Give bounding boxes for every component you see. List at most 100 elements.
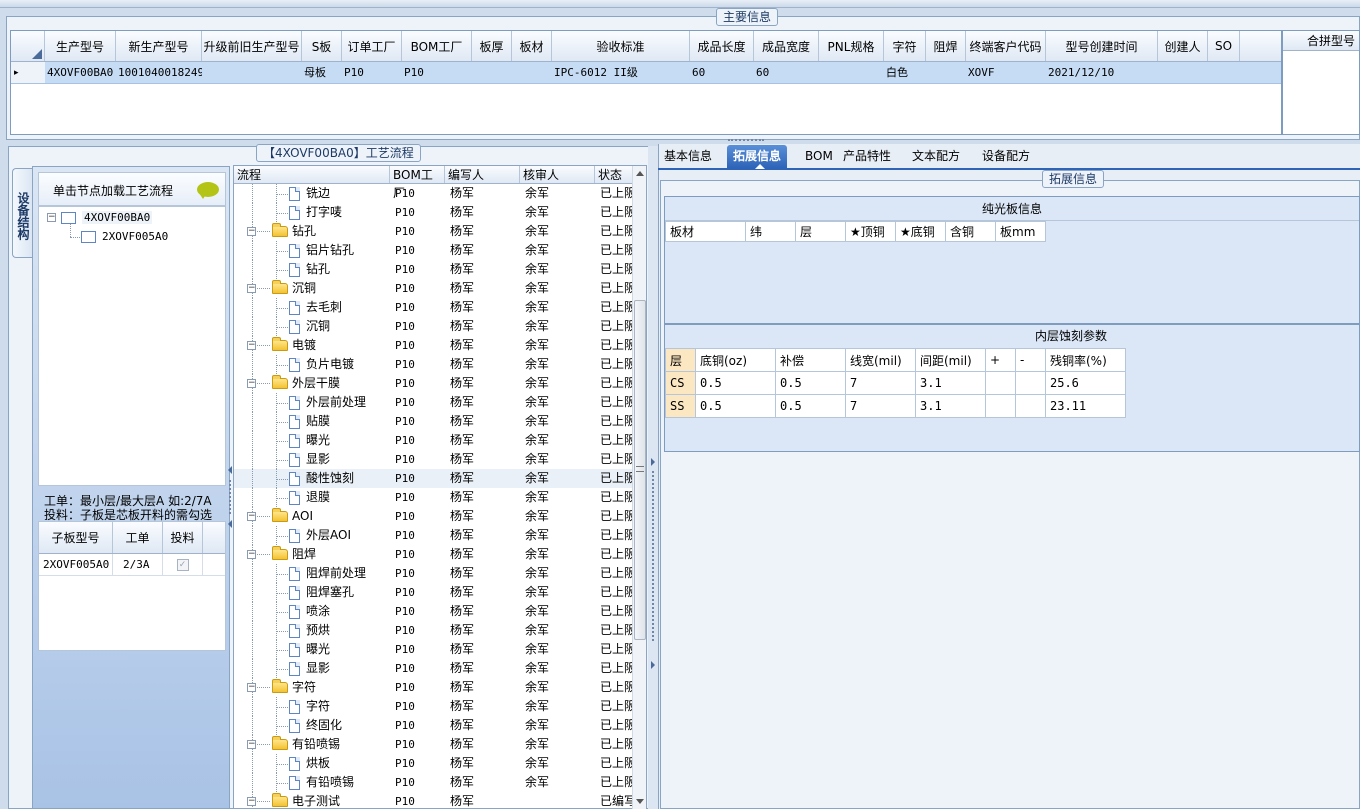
tree-collapse-icon[interactable]: − [47, 213, 56, 222]
process-row[interactable]: 去毛刺 P10 杨军 余军 已上阪 [234, 298, 646, 317]
main-grid-cell-4[interactable]: P10 [342, 62, 402, 83]
tab-4[interactable]: 文本配方 [906, 145, 966, 168]
main-grid-col-12[interactable]: 字符 [884, 31, 926, 61]
inner-etch-cell[interactable]: 23.11 [1045, 394, 1126, 418]
main-grid-col-6[interactable]: 板厚 [472, 31, 512, 61]
inner-etch-cell[interactable]: 0.5 [695, 394, 776, 418]
collapse-icon[interactable]: − [247, 797, 256, 806]
inner-etch-cell[interactable]: 7 [845, 394, 916, 418]
inner-etch-cell[interactable] [1015, 394, 1046, 418]
process-row[interactable]: 有铅喷锡 P10 杨军 余军 已上阪 [234, 773, 646, 792]
main-grid-col-14[interactable]: 终端客户代码 [966, 31, 1046, 61]
process-row[interactable]: − 字符 P10 杨军 余军 已上阪 [234, 678, 646, 697]
inner-etch-cell[interactable]: 0.5 [775, 371, 846, 395]
inner-etch-cell[interactable]: CS [665, 371, 696, 395]
main-grid-col-17[interactable]: SO [1208, 31, 1240, 61]
process-row[interactable]: 铣边 P10 杨军 余军 已上阪 [234, 184, 646, 203]
subboard-grid[interactable]: 子板型号 工单 投料 2XOVF005A0 2/3A ✓ [38, 521, 226, 651]
main-grid-cell-17[interactable] [1208, 62, 1240, 83]
scroll-up-icon[interactable] [636, 171, 644, 176]
tab-0[interactable]: 基本信息 [658, 145, 718, 168]
main-grid-col-0[interactable]: 生产型号 [45, 31, 116, 61]
tab-2[interactable]: BOM [799, 145, 839, 168]
process-row[interactable]: − 外层干膜 P10 杨军 余军 已上阪 [234, 374, 646, 393]
inner-etch-cell[interactable]: 0.5 [775, 394, 846, 418]
main-grid-col-8[interactable]: 验收标准 [552, 31, 690, 61]
inner-etch-cell[interactable]: 3.1 [915, 394, 986, 418]
main-grid-cell-8[interactable]: IPC-6012 II级 [552, 62, 690, 83]
main-grid-cell-5[interactable]: P10 [402, 62, 472, 83]
process-row[interactable]: 终固化 P10 杨军 余军 已上阪 [234, 716, 646, 735]
process-row[interactable]: − 有铅喷锡 P10 杨军 余军 已上阪 [234, 735, 646, 754]
process-row[interactable]: 预烘 P10 杨军 余军 已上阪 [234, 621, 646, 640]
main-grid[interactable]: 生产型号 新生产型号 升级前旧生产型号 S板 订单工厂 BOM工厂 板厚 板材 验收标准 成品长度… [10, 30, 1282, 135]
collapse-icon[interactable]: − [247, 550, 256, 559]
inner-etch-cell[interactable] [1015, 371, 1046, 395]
inner-etch-cell[interactable]: SS [665, 394, 696, 418]
process-row[interactable]: 曝光 P10 杨军 余军 已上阪 [234, 431, 646, 450]
inner-etch-row[interactable]: SS 0.5 0.5 7 3.1 23.11 [665, 394, 1126, 418]
main-grid-cell-0[interactable]: 4XOVF00BA0 [45, 62, 116, 83]
main-grid-row[interactable]: ▸ 4XOVF00BA0 10010400182497 母板 P10 P10 IPC-601… [11, 62, 1281, 84]
process-row[interactable]: 外层前处理 P10 杨军 余军 已上阪 [234, 393, 646, 412]
main-grid-col-7[interactable]: 板材 [512, 31, 552, 61]
process-row[interactable]: 贴膜 P10 杨军 余军 已上阪 [234, 412, 646, 431]
main-grid-cell-2[interactable] [202, 62, 302, 83]
splitter-arrow-right-2[interactable] [651, 661, 655, 669]
splitter-arrow-left[interactable] [228, 466, 232, 474]
tree-node-root[interactable]: − 4XOVF00BA0 [47, 211, 153, 224]
main-grid-col-10[interactable]: 成品宽度 [754, 31, 819, 61]
inner-etch-panel[interactable]: 内层蚀刻参数 层底铜(oz) 补偿 线宽(mil) 间距(mil) + - 残铜率(%) CS… [664, 324, 1360, 452]
tab-3[interactable]: 产品特性 [837, 145, 897, 168]
subboard-row[interactable]: 2XOVF005A0 2/3A ✓ [39, 554, 225, 576]
tree-node-child[interactable]: 2XOVF005A0 [81, 230, 168, 243]
process-row[interactable]: − AOI P10 杨军 余军 已上阪 [234, 507, 646, 526]
main-grid-col-15[interactable]: 型号创建时间 [1046, 31, 1158, 61]
process-row[interactable]: 字符 P10 杨军 余军 已上阪 [234, 697, 646, 716]
inner-etch-cell[interactable]: 3.1 [915, 371, 986, 395]
process-row[interactable]: − 沉铜 P10 杨军 余军 已上阪 [234, 279, 646, 298]
collapse-icon[interactable]: − [247, 227, 256, 236]
collapse-icon[interactable]: − [247, 512, 256, 521]
merge-model-panel[interactable]: 合拼型号 [1282, 30, 1360, 135]
main-grid-cell-14[interactable]: XOVF [966, 62, 1046, 83]
process-row[interactable]: − 钻孔 P10 杨军 余军 已上阪 [234, 222, 646, 241]
collapse-icon[interactable]: − [247, 341, 256, 350]
collapse-icon[interactable]: − [247, 740, 256, 749]
splitter-arrow-left-2[interactable] [228, 520, 232, 528]
tab-equipment-structure[interactable]: 设备结构 [12, 168, 32, 258]
inner-etch-cell[interactable]: 25.6 [1045, 371, 1126, 395]
process-row[interactable]: − 阻焊 P10 杨军 余军 已上阪 [234, 545, 646, 564]
collapse-icon[interactable]: − [247, 683, 256, 692]
process-row[interactable]: 铝片钻孔 P10 杨军 余军 已上阪 [234, 241, 646, 260]
main-grid-col-1[interactable]: 新生产型号 [116, 31, 202, 61]
main-grid-cell-12[interactable]: 白色 [884, 62, 926, 83]
process-row[interactable]: 阻焊塞孔 P10 杨军 余军 已上阪 [234, 583, 646, 602]
main-grid-cell-9[interactable]: 60 [690, 62, 754, 83]
process-row[interactable]: 烘板 P10 杨军 余军 已上阪 [234, 754, 646, 773]
process-row[interactable]: 外层AOI P10 杨军 余军 已上阪 [234, 526, 646, 545]
main-grid-cell-16[interactable] [1158, 62, 1208, 83]
scroll-down-icon[interactable] [636, 799, 644, 804]
main-grid-col-13[interactable]: 阻焊 [926, 31, 966, 61]
main-grid-col-4[interactable]: 订单工厂 [342, 31, 402, 61]
main-grid-cell-11[interactable] [819, 62, 884, 83]
inner-etch-cell[interactable] [985, 394, 1016, 418]
splitter-arrow-right[interactable] [651, 458, 655, 466]
inner-etch-row[interactable]: CS 0.5 0.5 7 3.1 25.6 [665, 371, 1126, 395]
structure-tree[interactable]: − 4XOVF00BA0 2XOVF005A0 [38, 206, 226, 486]
main-grid-cell-13[interactable] [926, 62, 966, 83]
process-row[interactable]: 显影 P10 杨军 余军 已上阪 [234, 659, 646, 678]
process-row[interactable]: 打字唛 P10 杨军 余军 已上阪 [234, 203, 646, 222]
process-row[interactable]: − 电镀 P10 杨军 余军 已上阪 [234, 336, 646, 355]
inner-etch-cell[interactable]: 7 [845, 371, 916, 395]
process-row[interactable]: 钻孔 P10 杨军 余军 已上阪 [234, 260, 646, 279]
collapse-icon[interactable]: − [247, 379, 256, 388]
process-scrollbar[interactable] [632, 166, 646, 809]
splitter-handle[interactable] [728, 139, 764, 143]
main-grid-cell-15[interactable]: 2021/12/10 [1046, 62, 1158, 83]
main-grid-cell-6[interactable] [472, 62, 512, 83]
process-row[interactable]: − 电子测试 P10 杨军 已编写 [234, 792, 646, 808]
process-row[interactable]: 沉铜 P10 杨军 余军 已上阪 [234, 317, 646, 336]
feed-checkbox[interactable]: ✓ [176, 558, 189, 571]
